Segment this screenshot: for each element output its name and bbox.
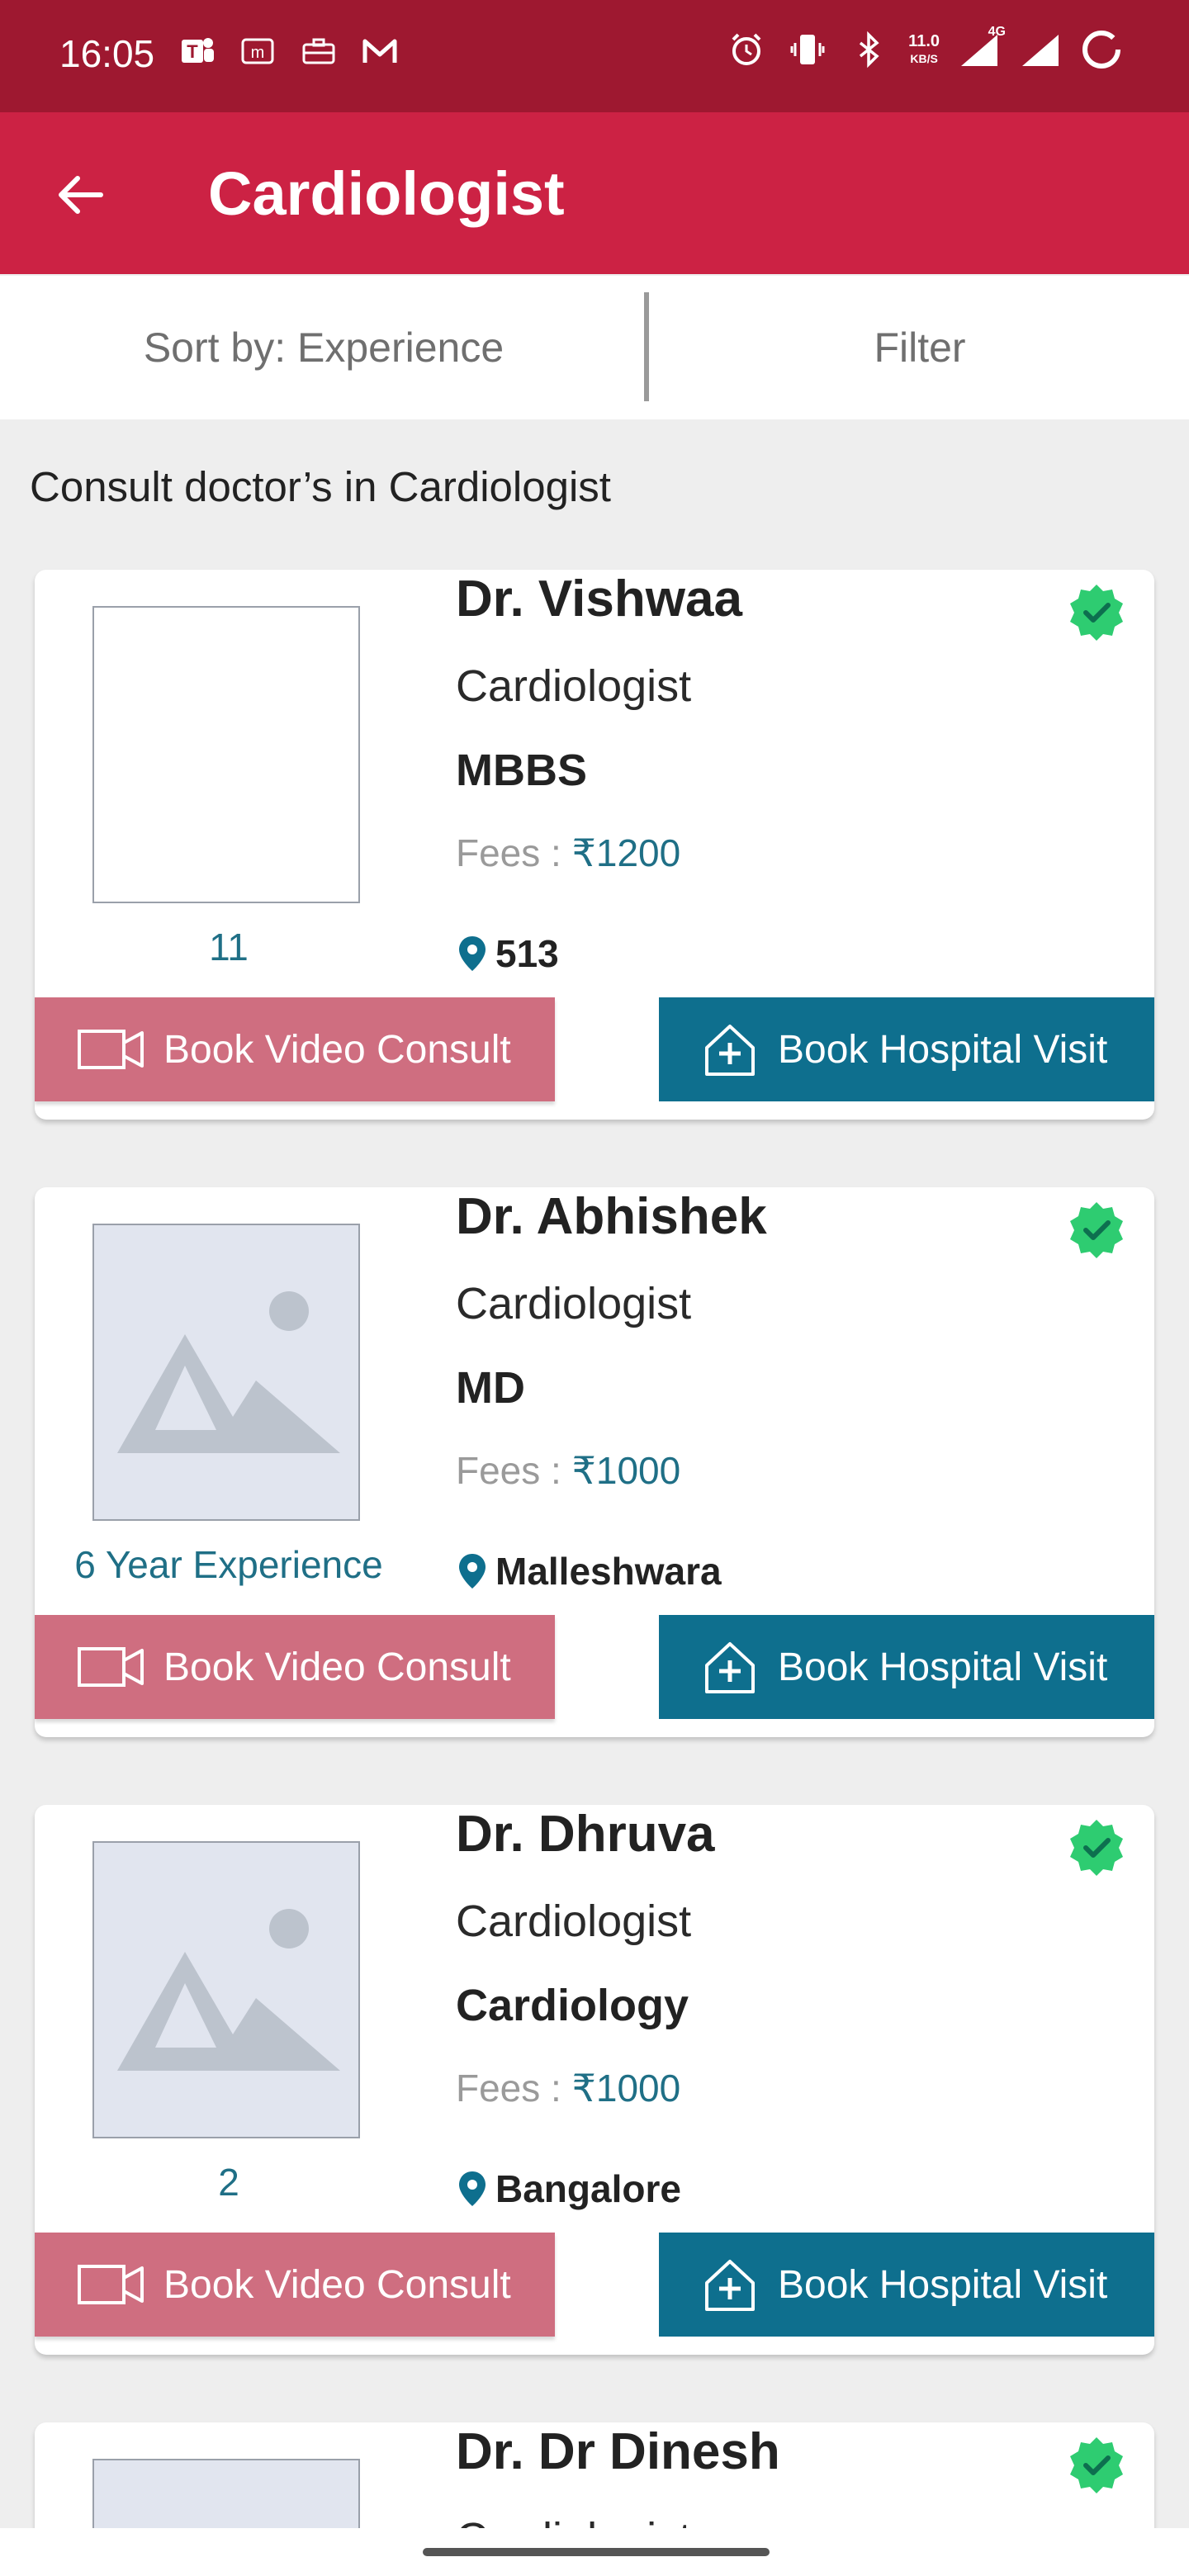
location-pin-icon (459, 936, 486, 971)
doctor-name: Dr. Dhruva (456, 1806, 715, 1863)
home-indicator[interactable] (423, 2548, 770, 2556)
doctor-fees: Fees : ₹1000 (456, 1448, 680, 1493)
video-button-label: Book Video Consult (163, 1645, 511, 1689)
gmail-icon (358, 30, 401, 73)
doctor-experience: 6 Year Experience (74, 1543, 383, 1586)
book-video-consult-button[interactable]: Book Video Consult (35, 997, 555, 1101)
svg-text:T: T (187, 41, 198, 62)
location-pin-icon (459, 1554, 486, 1589)
fees-label: Fees : (456, 831, 561, 874)
network-type: 4G (988, 25, 1006, 39)
video-button-label: Book Video Consult (163, 2262, 511, 2307)
doctor-fees: Fees : ₹1000 (456, 2066, 680, 2110)
hospital-button-label: Book Hospital Visit (778, 1027, 1108, 1072)
back-arrow-icon[interactable] (54, 168, 107, 221)
doctor-degree: MD (456, 1363, 525, 1413)
fees-amount: ₹1000 (571, 2067, 681, 2110)
briefcase-icon (297, 30, 340, 73)
hospital-button-label: Book Hospital Visit (778, 1645, 1108, 1689)
book-video-consult-button[interactable]: Book Video Consult (35, 2233, 555, 2337)
doctor-location: Bangalore (456, 2166, 681, 2211)
verified-badge-icon (1070, 1820, 1123, 1876)
location-text: Bangalore (495, 2167, 681, 2210)
hospital-icon (705, 1642, 755, 1693)
svg-text:m: m (251, 44, 265, 62)
image-placeholder-icon (92, 1224, 360, 1521)
fees-amount: ₹1000 (571, 1449, 681, 1492)
video-camera-icon (78, 1647, 144, 1687)
doctor-card[interactable]: 11 Dr. Vishwaa Cardiologist MBBS Fees : … (35, 570, 1154, 1120)
video-button-label: Book Video Consult (163, 1027, 511, 1072)
net-speed-unit: KB/S (910, 51, 938, 65)
system-icons: 11.0 KB/S 4G (725, 25, 1123, 71)
m-app-icon: m (236, 30, 279, 73)
network-speed-icon: 11.0 KB/S (908, 28, 940, 71)
location-pin-icon (459, 2171, 486, 2206)
teams-icon: T (175, 30, 218, 73)
battery-icon (1080, 28, 1123, 71)
sort-filter-bar: Sort by: Experience Filter (0, 276, 1189, 419)
signal-4g-icon: 4G (958, 25, 1006, 71)
back-button[interactable] (46, 160, 116, 230)
status-time: 16:05 (59, 32, 155, 75)
section-title: Consult doctor’s in Cardiologist (30, 463, 611, 510)
filter-button[interactable]: Filter (651, 276, 1189, 419)
doctor-location: Malleshwara (456, 1549, 722, 1593)
notification-icons: T m (175, 30, 401, 73)
signal-icon (1019, 28, 1062, 71)
vibrate-icon (786, 28, 829, 71)
doctor-name: Dr. Dr Dinesh (456, 2423, 780, 2480)
status-bar: 16:05 T m 11.0 KB/S 4G (0, 0, 1189, 112)
doctor-specialty: Cardiologist (456, 661, 692, 711)
doctor-card[interactable]: 2 Dr. Dhruva Cardiologist Cardiology Fee… (35, 1805, 1154, 2355)
sort-button[interactable]: Sort by: Experience (0, 276, 647, 419)
fees-label: Fees : (456, 1449, 561, 1492)
book-hospital-visit-button[interactable]: Book Hospital Visit (659, 997, 1154, 1101)
doctor-card[interactable]: 6 Year Experience Dr. Abhishek Cardiolog… (35, 1187, 1154, 1737)
doctor-name: Dr. Vishwaa (456, 571, 742, 627)
book-video-consult-button[interactable]: Book Video Consult (35, 1615, 555, 1719)
book-hospital-visit-button[interactable]: Book Hospital Visit (659, 2233, 1154, 2337)
verified-badge-icon (1070, 2437, 1123, 2493)
location-text: Malleshwara (495, 1550, 722, 1593)
net-speed-value: 11.0 (908, 31, 940, 50)
fees-label: Fees : (456, 2067, 561, 2110)
app-bar: Cardiologist (0, 112, 1189, 274)
doctor-degree: Cardiology (456, 1981, 689, 2030)
alarm-icon (725, 28, 768, 71)
fees-amount: ₹1200 (571, 831, 681, 874)
hospital-icon (705, 2260, 755, 2311)
doctor-experience: 11 (209, 926, 249, 968)
doctor-photo (92, 606, 360, 903)
divider (644, 292, 649, 401)
hospital-icon (705, 1025, 755, 1076)
doctor-specialty: Cardiologist (456, 1279, 692, 1328)
page-title: Cardiologist (208, 159, 565, 228)
doctor-fees: Fees : ₹1200 (456, 831, 680, 875)
verified-badge-icon (1070, 585, 1123, 641)
video-camera-icon (78, 1030, 144, 1069)
doctor-location: 513 (456, 931, 559, 976)
hospital-button-label: Book Hospital Visit (778, 2262, 1108, 2307)
doctor-name: Dr. Abhishek (456, 1188, 767, 1245)
verified-badge-icon (1070, 1202, 1123, 1258)
bluetooth-icon (847, 28, 890, 71)
doctor-specialty: Cardiologist (456, 1896, 692, 1946)
book-hospital-visit-button[interactable]: Book Hospital Visit (659, 1615, 1154, 1719)
location-text: 513 (495, 932, 559, 975)
doctor-experience: 2 (218, 2161, 239, 2204)
doctor-degree: MBBS (456, 746, 587, 795)
image-placeholder-icon (92, 1841, 360, 2138)
video-camera-icon (78, 2265, 144, 2304)
